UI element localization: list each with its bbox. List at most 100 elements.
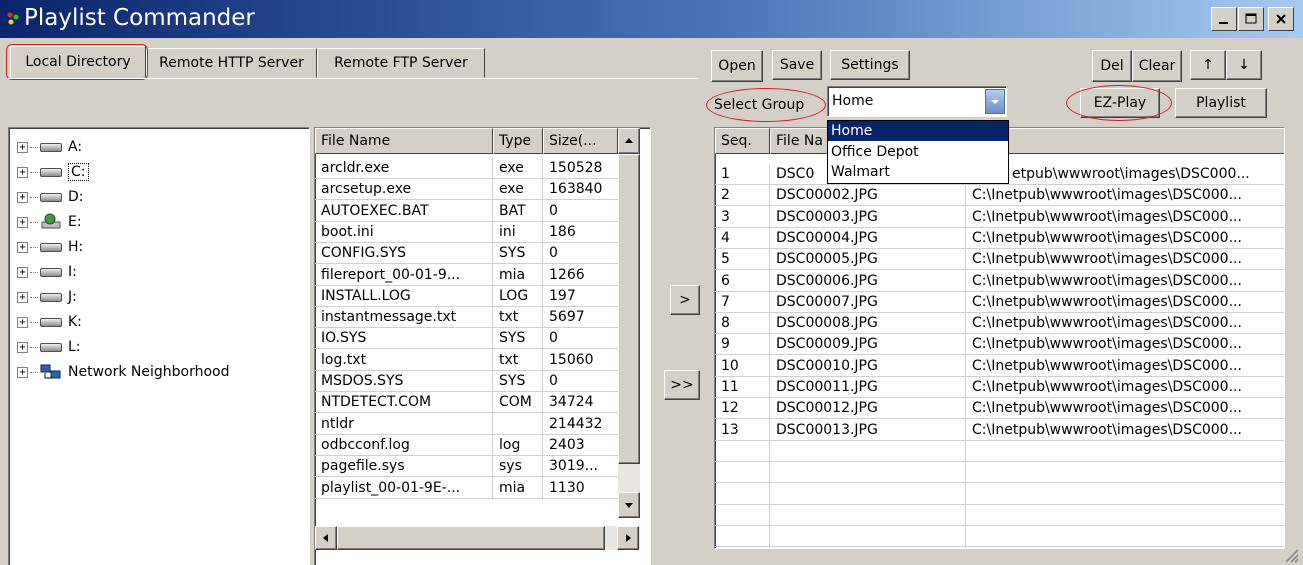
close-button[interactable]: [1268, 7, 1294, 31]
move-down-button[interactable]: ↓: [1226, 50, 1262, 80]
select-group-value: Home: [832, 93, 874, 109]
resize-grip-icon[interactable]: [1283, 547, 1299, 563]
file-list-hscrollbar[interactable]: [315, 526, 640, 550]
scroll-left-icon: [323, 534, 328, 542]
tree-item-i[interactable]: + I:: [17, 261, 77, 283]
expand-icon[interactable]: +: [17, 141, 28, 153]
tree-item-h[interactable]: + H:: [17, 236, 83, 258]
playlist-row[interactable]: 2 DSC00002.JPG C:\Inetpub\wwwroot\images\D…: [715, 185, 1284, 207]
open-button[interactable]: Open: [711, 50, 763, 82]
dropdown-arrow-button[interactable]: [985, 89, 1005, 114]
scroll-right-icon: [626, 534, 631, 542]
add-all-button[interactable]: >>: [664, 370, 700, 400]
expand-icon[interactable]: +: [17, 266, 28, 278]
tree-item-e[interactable]: + E:: [17, 211, 82, 233]
playlist-row[interactable]: 12 DSC00012.JPG C:\Inetpub\wwwroot\images\…: [715, 398, 1284, 420]
minimize-button[interactable]: [1211, 7, 1237, 31]
select-group-annotation: [706, 88, 826, 122]
maximize-button[interactable]: [1238, 7, 1264, 31]
tree-item-a[interactable]: + A:: [17, 136, 82, 158]
app-icon: [7, 12, 19, 25]
playlist-row[interactable]: 5 DSC00005.JPG C:\Inetpub\wwwroot\images\D…: [715, 249, 1284, 271]
group-option[interactable]: Walmart: [828, 162, 1008, 182]
expand-icon[interactable]: +: [17, 366, 28, 378]
move-up-button[interactable]: ↑: [1190, 50, 1226, 80]
file-row[interactable]: boot.ini ini 186: [315, 222, 618, 243]
tree-item-network-neighborhood[interactable]: + Network Neighborhood: [17, 361, 230, 383]
file-row[interactable]: instantmessage.txt txt 5697: [315, 307, 618, 329]
expand-icon[interactable]: +: [17, 341, 28, 353]
playlist-row[interactable]: 13 DSC00013.JPG C:\Inetpub\wwwroot\images\…: [715, 420, 1284, 441]
group-option[interactable]: Office Depot: [828, 142, 1008, 162]
expand-icon[interactable]: +: [17, 191, 28, 203]
playlist-button[interactable]: Playlist: [1175, 88, 1267, 118]
tab-remote-http-server[interactable]: Remote HTTP Server: [146, 48, 317, 78]
file-row[interactable]: playlist_00-01-9E-... mia 1130: [315, 478, 618, 499]
column-header-type[interactable]: Type: [493, 128, 543, 154]
group-options-list[interactable]: Home Office Depot Walmart: [827, 120, 1009, 184]
scroll-thumb[interactable]: [618, 154, 640, 464]
settings-button[interactable]: Settings: [830, 50, 910, 80]
seq-cell: 10: [721, 357, 739, 374]
tree-item-c[interactable]: + C:: [17, 161, 89, 183]
expand-icon[interactable]: +: [17, 291, 28, 303]
expand-icon[interactable]: +: [17, 216, 28, 228]
file-row[interactable]: arcsetup.exe exe 163840: [315, 179, 618, 201]
scroll-right-button[interactable]: [617, 526, 639, 550]
file-row[interactable]: filereport_00-01-9... mia 1266: [315, 265, 618, 286]
file-list-vscrollbar[interactable]: [618, 128, 640, 518]
file-name-cell: DSC00003.JPG: [776, 208, 878, 225]
file-row[interactable]: AUTOEXEC.BAT BAT 0: [315, 201, 618, 222]
column-header-size[interactable]: Size(...: [543, 128, 618, 154]
tree-item-j[interactable]: + J:: [17, 286, 77, 308]
file-row[interactable]: pagefile.sys sys 3019...: [315, 456, 618, 478]
file-name-cell: NTDETECT.COM: [321, 394, 432, 411]
tree-item-d[interactable]: + D:: [17, 186, 84, 208]
group-option[interactable]: Home: [828, 121, 1008, 141]
select-group-dropdown[interactable]: Home: [827, 86, 1007, 117]
file-row[interactable]: INSTALL.LOG LOG 197: [315, 286, 618, 307]
file-row[interactable]: NTDETECT.COM COM 34724: [315, 392, 618, 414]
drive-icon: [40, 167, 62, 177]
playlist-row[interactable]: 3 DSC00003.JPG C:\Inetpub\wwwroot\images\D…: [715, 207, 1284, 228]
scroll-down-button[interactable]: [618, 492, 640, 518]
tree-item-k[interactable]: + K:: [17, 311, 82, 333]
playlist-row[interactable]: 10 DSC00010.JPG C:\Inetpub\wwwroot\images\…: [715, 356, 1284, 377]
playlist-row[interactable]: 8 DSC00008.JPG C:\Inetpub\wwwroot\images\D…: [715, 313, 1284, 335]
delete-button[interactable]: Del: [1092, 50, 1132, 82]
scroll-left-button[interactable]: [315, 526, 337, 550]
playlist-grid[interactable]: Seq. File Na Path 1DSC0etpub\wwwroot\ima…: [714, 127, 1285, 549]
column-header-path[interactable]: Path: [966, 128, 1284, 154]
hscroll-thumb[interactable]: [337, 526, 605, 550]
file-row[interactable]: CONFIG.SYS SYS 0: [315, 243, 618, 265]
file-row[interactable]: IO.SYS SYS 0: [315, 328, 618, 350]
file-name-cell: arcldr.exe: [321, 160, 390, 176]
path-cell: C:\Inetpub\wwwroot\images\DSC000...: [972, 229, 1242, 246]
tree-label: K:: [68, 314, 82, 330]
expand-icon[interactable]: +: [17, 241, 28, 253]
scroll-up-button[interactable]: [618, 128, 640, 154]
expand-icon[interactable]: +: [17, 166, 28, 178]
file-row[interactable]: odbcconf.log log 2403: [315, 435, 618, 456]
file-size-cell: 2403: [549, 436, 585, 453]
file-row[interactable]: arcldr.exe exe 150528: [315, 158, 618, 179]
playlist-row[interactable]: 7 DSC00007.JPG C:\Inetpub\wwwroot\images\D…: [715, 292, 1284, 313]
tab-remote-ftp-server[interactable]: Remote FTP Server: [317, 48, 485, 78]
directory-tree[interactable]: + A: + C: + D: + E: + H: + I: + J: + K: + L: + N…: [8, 127, 310, 565]
save-button[interactable]: Save: [772, 50, 822, 80]
playlist-row[interactable]: 11 DSC00011.JPG C:\Inetpub\wwwroot\images\…: [715, 377, 1284, 398]
file-row[interactable]: ntldr 214432: [315, 414, 618, 435]
column-header-seq[interactable]: Seq.: [715, 128, 770, 154]
add-selected-button[interactable]: >: [670, 285, 700, 315]
column-header-file-name[interactable]: File Name: [315, 128, 493, 154]
file-row[interactable]: log.txt txt 15060: [315, 350, 618, 371]
playlist-row[interactable]: 4 DSC00004.JPG C:\Inetpub\wwwroot\images\D…: [715, 228, 1284, 249]
file-row[interactable]: MSDOS.SYS SYS 0: [315, 371, 618, 392]
playlist-row[interactable]: 9 DSC00009.JPG C:\Inetpub\wwwroot\images\D…: [715, 334, 1284, 356]
drive-icon: [40, 192, 62, 202]
file-list[interactable]: File Name Type Size(... arcldr.exe exe 150…: [314, 127, 651, 565]
clear-button[interactable]: Clear: [1132, 50, 1182, 82]
tree-item-l[interactable]: + L:: [17, 336, 81, 358]
expand-icon[interactable]: +: [17, 316, 28, 328]
playlist-row[interactable]: 6 DSC00006.JPG C:\Inetpub\wwwroot\images\D…: [715, 271, 1284, 292]
